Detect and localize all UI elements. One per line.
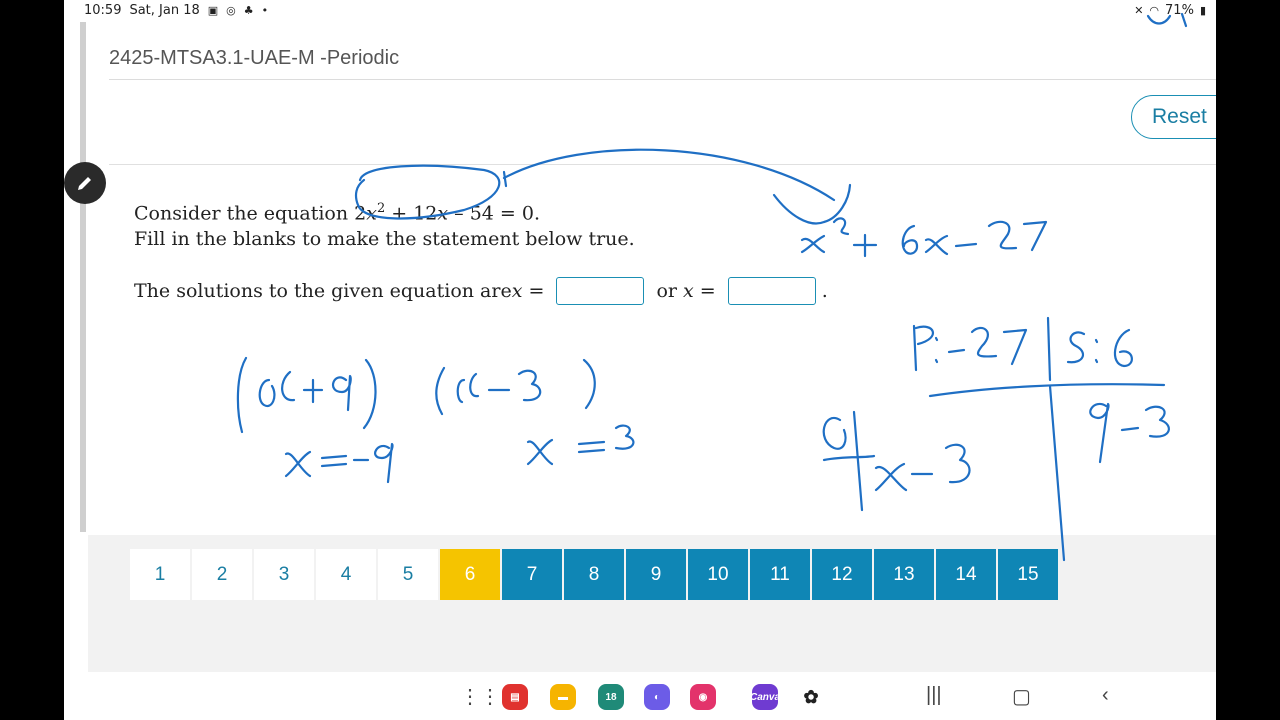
wifi-icon: ◠ <box>1149 3 1160 17</box>
files-app-icon[interactable]: ▬ <box>550 684 576 710</box>
pencil-icon <box>78 177 91 190</box>
clock: 10:59 <box>84 3 122 18</box>
question-nav-9[interactable]: 9 <box>626 549 686 600</box>
date: Sat, Jan 18 <box>129 3 200 18</box>
question-nav-13[interactable]: 13 <box>874 549 934 600</box>
answer-input-1[interactable] <box>556 277 645 305</box>
app-drawer-icon[interactable]: ⋮⋮ <box>460 684 500 709</box>
canva-app-icon[interactable]: Canva <box>750 684 780 710</box>
question-nav-11[interactable]: 11 <box>750 549 810 600</box>
mute-icon: ✕ <box>1134 3 1144 17</box>
battery-level: 71% <box>1165 3 1194 18</box>
question-nav-2[interactable]: 2 <box>192 549 252 600</box>
instagram-notification-icon: ◎ <box>226 3 236 17</box>
answer-input-2[interactable] <box>727 277 816 305</box>
android-navigation-bar <box>64 672 1216 720</box>
question-divider <box>109 164 1216 165</box>
more-notifications-icon: • <box>261 3 269 17</box>
question-instruction: Fill in the blanks to make the statement… <box>134 228 635 251</box>
screen-record-icon: ▣ <box>207 3 219 17</box>
question-nav-6[interactable]: 6 <box>440 549 500 600</box>
question-nav-4[interactable]: 4 <box>316 549 376 600</box>
answer-statement: The solutions to the given equation are … <box>134 277 828 305</box>
camera-app-icon[interactable]: ◉ <box>690 684 716 710</box>
docs-app-icon[interactable]: ▤ <box>502 684 528 710</box>
recent-apps-icon[interactable]: ||| <box>926 684 942 707</box>
home-icon[interactable]: ▢ <box>1012 684 1031 709</box>
question-equation-line: Consider the equation 2x2 + 12x – 54 = 0… <box>134 201 541 225</box>
back-icon[interactable]: ‹ <box>1102 684 1109 707</box>
reset-button[interactable]: Reset <box>1131 95 1216 139</box>
header-divider <box>109 79 1216 80</box>
question-nav-15[interactable]: 15 <box>998 549 1058 600</box>
status-right: ✕ ◠ 71% ▮ <box>1134 3 1206 18</box>
question-nav-3[interactable]: 3 <box>254 549 314 600</box>
calendar-app-icon[interactable]: 18 <box>598 684 624 710</box>
question-nav-8[interactable]: 8 <box>564 549 624 600</box>
snapchat-notification-icon: ♣ <box>243 3 254 17</box>
page-scroll-edge <box>80 22 86 532</box>
tablet-screen: 10:59 Sat, Jan 18 ▣ ◎ ♣ • ✕ ◠ 71% ▮ 2425… <box>64 0 1216 720</box>
battery-icon: ▮ <box>1199 3 1206 17</box>
status-bar: 10:59 Sat, Jan 18 ▣ ◎ ♣ • ✕ ◠ 71% ▮ <box>64 0 1216 22</box>
question-navigator: 1 2 3 4 5 6 7 8 9 10 11 12 13 14 15 <box>130 549 1058 600</box>
course-title: 2425-MTSA3.1-UAE-M -Periodic <box>109 47 400 69</box>
question-nav-7[interactable]: 7 <box>502 549 562 600</box>
browser-app-icon[interactable]: ◐ <box>644 684 670 710</box>
question-nav-12[interactable]: 12 <box>812 549 872 600</box>
question-nav-5[interactable]: 5 <box>378 549 438 600</box>
chatgpt-app-icon[interactable]: ✿ <box>798 684 824 710</box>
question-nav-10[interactable]: 10 <box>688 549 748 600</box>
question-text: Consider the equation 2x2 + 12x – 54 = 0… <box>134 196 635 252</box>
pen-annotation-button[interactable] <box>64 162 106 204</box>
status-left: 10:59 Sat, Jan 18 ▣ ◎ ♣ • <box>84 3 268 18</box>
question-nav-14[interactable]: 14 <box>936 549 996 600</box>
question-nav-1[interactable]: 1 <box>130 549 190 600</box>
